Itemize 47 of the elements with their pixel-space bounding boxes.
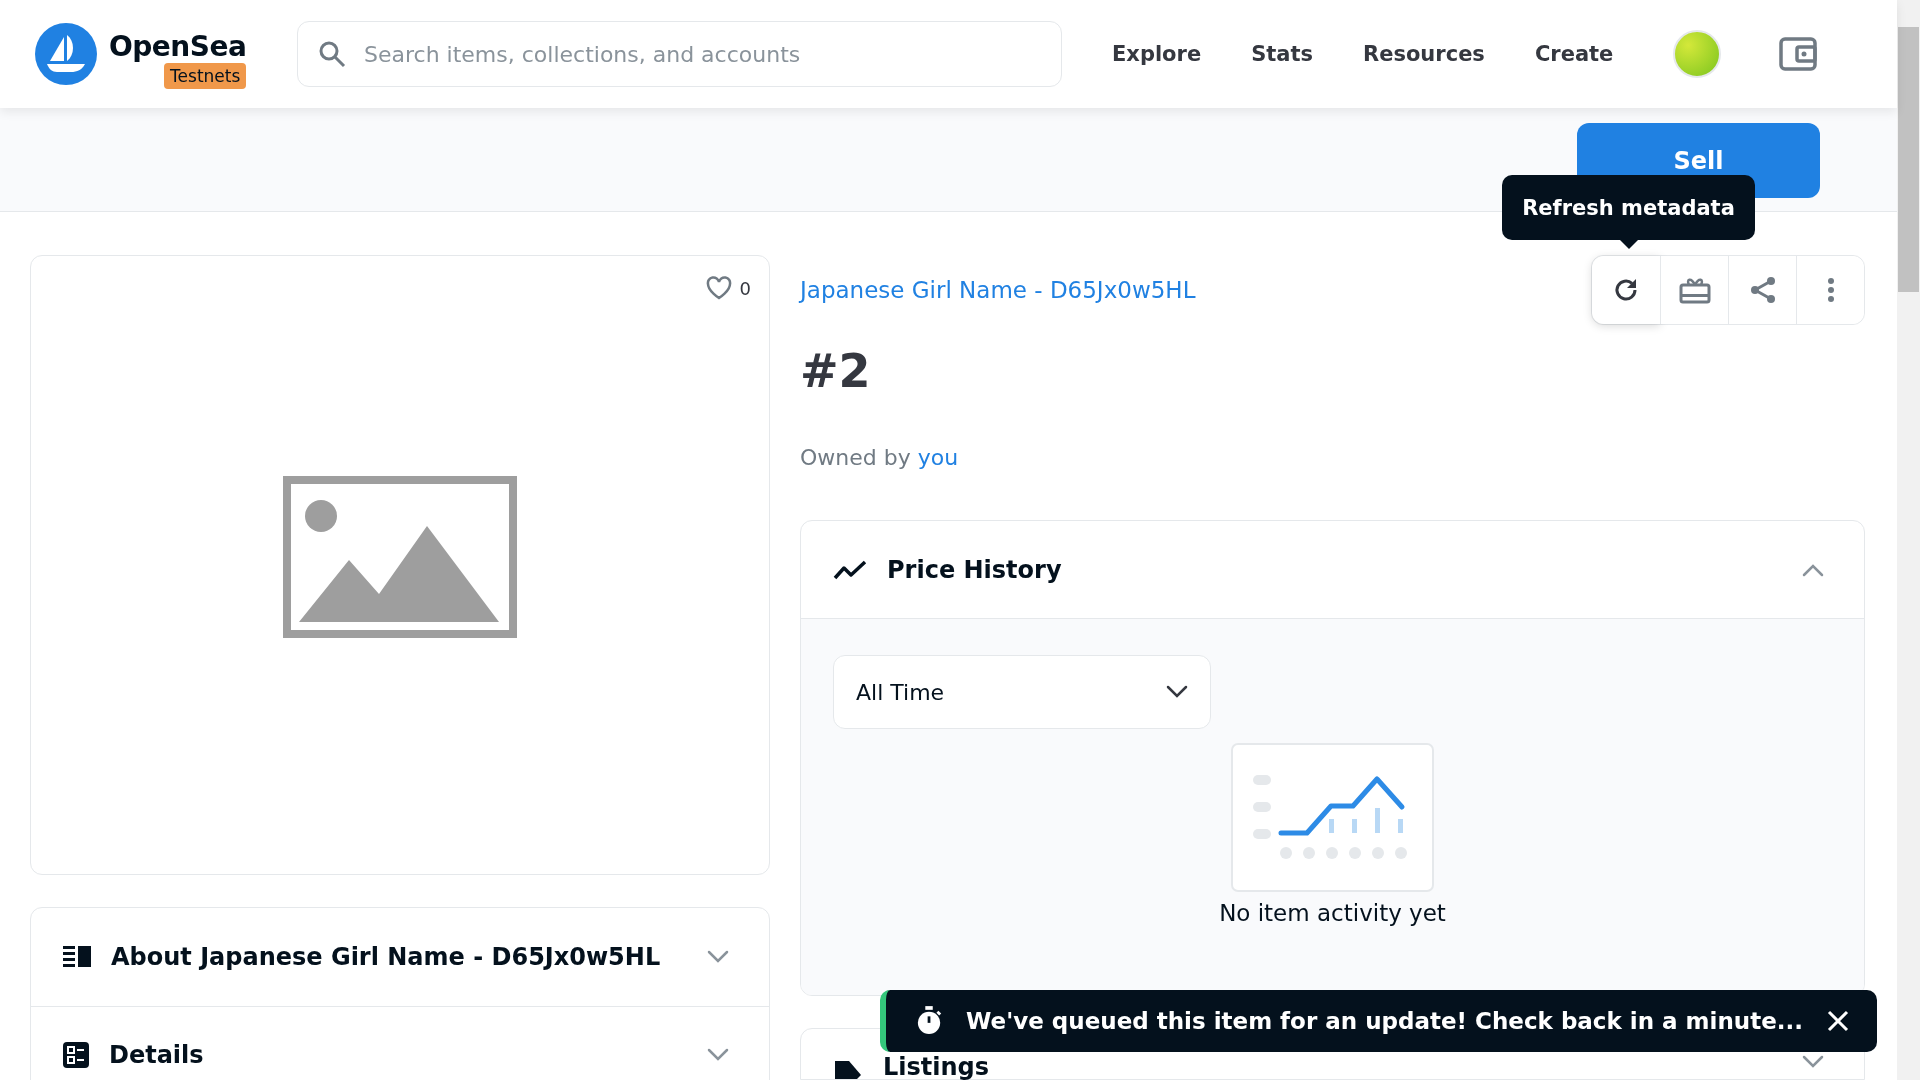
toast-message: We've queued this item for an update! Check back in a minute... (966, 1008, 1803, 1034)
collection-link[interactable]: Japanese Girl Name - D65Jx0w5HL (800, 277, 1196, 303)
collapse-icon[interactable] (1802, 562, 1824, 577)
details-icon (63, 1042, 89, 1068)
nav-link[interactable]: Explore (1112, 42, 1202, 66)
expand-icon[interactable] (707, 950, 729, 964)
network-badge: Testnets (164, 63, 247, 89)
stopwatch-icon (916, 1005, 943, 1037)
tooltip-pointer (1619, 240, 1638, 249)
refresh-button[interactable] (1592, 256, 1660, 324)
expand-icon[interactable] (1802, 1055, 1824, 1069)
like-count: 0 (739, 277, 751, 299)
logo-icon[interactable] (35, 23, 97, 85)
heart-icon[interactable] (705, 276, 732, 300)
tooltip: Refresh metadata (1502, 175, 1755, 240)
nav-link[interactable]: Stats (1251, 42, 1314, 66)
search-icon (318, 40, 346, 68)
panel-title[interactable]: Listings (883, 1055, 1782, 1079)
nav-link[interactable]: Resources (1363, 42, 1485, 66)
placeholder-bar (1398, 819, 1403, 833)
nav-link[interactable]: Create (1534, 42, 1614, 66)
tag-icon (833, 1059, 863, 1079)
logo-text[interactable]: OpenSea (109, 31, 247, 63)
placeholder-bar (1375, 808, 1380, 833)
gift-card-icon (1678, 276, 1711, 304)
search-bar[interactable]: Search items, collections, and accounts (297, 21, 1062, 87)
panel-title[interactable]: About Japanese Girl Name - D65Jx0w5HL (111, 943, 687, 971)
image-placeholder-icon (283, 476, 517, 638)
time-range-select[interactable]: All Time (833, 655, 1211, 729)
more-button[interactable] (1796, 256, 1864, 324)
panel-title[interactable]: Details (109, 1041, 687, 1069)
item-title: #2 (800, 343, 872, 400)
trend-icon (833, 559, 867, 580)
caret-icon[interactable] (1166, 685, 1188, 699)
close-button[interactable] (1827, 1010, 1849, 1032)
scrollbar-thumb[interactable] (1898, 27, 1919, 292)
owner-link[interactable]: you (917, 445, 959, 470)
expand-icon[interactable] (707, 1048, 729, 1062)
panel-title[interactable]: Price History (887, 555, 1782, 584)
placeholder-bar (1329, 819, 1334, 833)
list-icon (63, 946, 91, 968)
placeholder-axis-labels (1253, 775, 1271, 839)
owner-text: Owned by you (800, 445, 960, 470)
more-icon (1826, 277, 1835, 303)
empty-state-text: No item activity yet (1219, 900, 1446, 926)
wallet-icon[interactable] (1779, 37, 1818, 71)
placeholder-bar (1352, 819, 1357, 833)
